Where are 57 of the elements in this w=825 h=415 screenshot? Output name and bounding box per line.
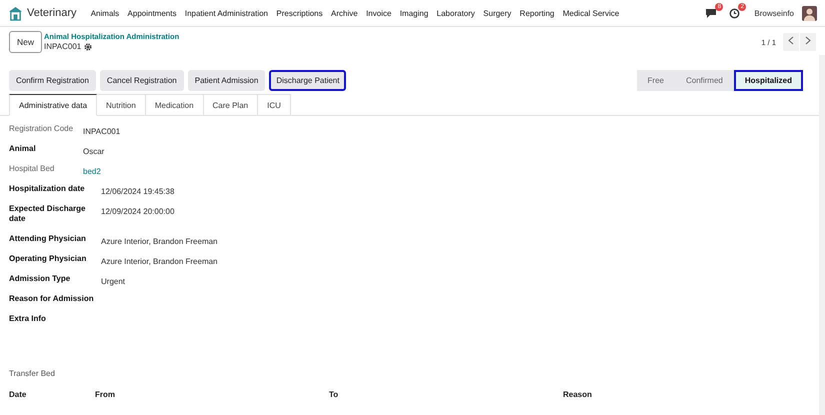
menu-item[interactable]: Reporting [515,8,559,18]
clock-icon[interactable] [729,8,740,18]
field-value: Oscar [83,146,106,157]
action-button[interactable]: Patient Admission [188,70,266,91]
field-label: Expected Discharge date [9,203,86,225]
avatar-icon[interactable] [802,6,817,20]
field-value: Urgent [101,276,126,287]
field-label: Operating Physician [9,253,88,265]
field-label: Reason for Admission [9,293,91,305]
chevron-right-icon[interactable] [805,36,811,45]
field-value: Azure Interior, Brandon Freeman [101,236,219,247]
field-value: 12/06/2024 19:45:38 [101,186,176,197]
app-name[interactable]: Veterinary [27,7,77,19]
field-label: Hospitalization date [9,183,86,195]
column-header[interactable]: From [95,390,329,399]
tab[interactable]: Nutrition [97,94,146,115]
menu-item[interactable]: Appointments [123,8,181,18]
menu-item[interactable]: Animals [86,8,124,18]
new-button[interactable]: New [9,31,42,53]
menu-item[interactable]: Archive [326,8,362,18]
field-label: Hospital Bed [9,163,56,175]
field-link[interactable]: bed2 [83,163,819,177]
field-value: Azure Interior, Brandon Freeman [101,256,219,267]
status-step[interactable]: Hospitalized [734,70,803,91]
menu-item[interactable]: Medical Service [558,8,624,18]
field-value: INPAC001 [83,126,122,137]
column-header[interactable]: Reason [563,390,819,399]
action-button[interactable]: Confirm Registration [9,70,96,91]
record-name: INPAC001 [44,42,82,52]
menu-item[interactable]: Inpatient Administration [180,8,272,18]
chevron-left-icon[interactable] [788,36,794,45]
action-button[interactable]: Discharge Patient [269,70,346,91]
field-label: Registration Code [9,123,74,135]
tab[interactable]: ICU [258,94,291,115]
column-header[interactable]: To [329,390,563,399]
field-label: Attending Physician [9,233,87,245]
field-label: Extra Info [9,313,47,325]
field-label: Admission Type [9,273,72,285]
gear-icon[interactable] [84,43,92,51]
field-value: 12/09/2024 20:00:00 [101,206,176,217]
next-button[interactable] [800,33,816,51]
user-name[interactable]: Browseinfo [754,8,794,18]
tab[interactable]: Medication [146,94,204,115]
tab[interactable]: Care Plan [204,94,258,115]
app-icon[interactable] [8,6,23,20]
menu-item[interactable]: Laboratory [432,8,480,18]
menu-item[interactable]: Prescriptions [272,8,327,18]
tab[interactable]: Administrative data [9,94,98,116]
field-label: Animal [9,143,37,155]
menu-item[interactable]: Imaging [396,8,432,18]
column-header[interactable]: Date [9,390,95,399]
action-button[interactable]: Cancel Registration [100,70,184,91]
menu-item[interactable]: Surgery [479,8,516,18]
menu-item[interactable]: Invoice [362,8,396,18]
chat-icon[interactable] [705,8,718,18]
section-title: Transfer Bed [9,369,56,378]
previous-button[interactable] [783,33,799,51]
